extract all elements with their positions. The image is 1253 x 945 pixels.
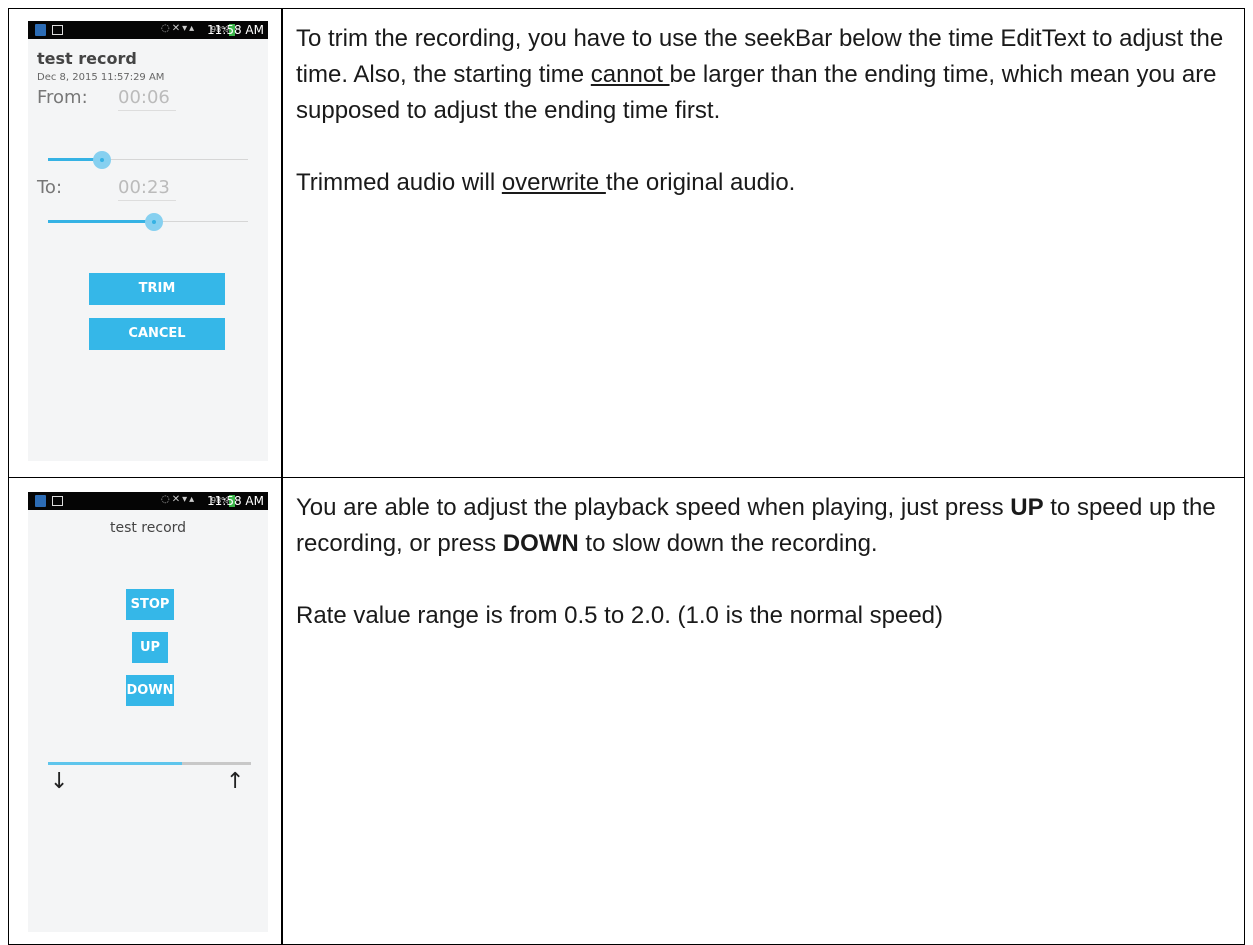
- app-icon: [35, 24, 46, 36]
- trim-instructions: To trim the recording, you have to use t…: [296, 21, 1232, 237]
- rate-bar-fill: [48, 762, 182, 765]
- recording-title: test record: [37, 49, 137, 68]
- rate-range-paragraph: Rate value range is from 0.5 to 2.0. (1.…: [296, 602, 944, 629]
- to-label: To:: [37, 177, 63, 198]
- image-icon: [52, 25, 63, 35]
- seekbar-thumb[interactable]: [93, 151, 111, 169]
- cancel-button[interactable]: CANCEL: [89, 318, 225, 350]
- arrow-down-icon: ↓: [50, 769, 69, 794]
- trim-paragraph: To trim the recording, you have to use t…: [296, 21, 1232, 129]
- underlined-text: cannot: [590, 61, 670, 88]
- status-time: 11:58 AM: [207, 494, 264, 508]
- playback-screenshot: ◌✕▾▴ 98% 11:58 AM test record STOP UP DO…: [28, 492, 268, 932]
- trim-button[interactable]: TRIM: [89, 273, 225, 305]
- down-button[interactable]: DOWN: [126, 675, 174, 706]
- table-row-speed: ◌✕▾▴ 98% 11:58 AM test record STOP UP DO…: [9, 478, 1244, 944]
- bold-text: UP: [1010, 494, 1044, 521]
- signal-icons: ◌✕▾▴: [161, 494, 197, 505]
- seekbar-fill: [48, 220, 154, 223]
- stop-button[interactable]: STOP: [126, 589, 174, 620]
- overwrite-paragraph: Trimmed audio will overwrite the origina…: [296, 165, 1232, 201]
- seekbar-thumb[interactable]: [145, 213, 163, 231]
- text-run: Trimmed audio will: [296, 169, 502, 196]
- table-row-trim: ◌✕▾▴ 98% 11:58 AM test record Dec 8, 201…: [9, 9, 1244, 478]
- to-time-field[interactable]: 00:23: [118, 177, 176, 201]
- text-run: the original audio.: [605, 169, 796, 196]
- underlined-text: overwrite: [501, 169, 606, 196]
- from-time-field[interactable]: 00:06: [118, 87, 176, 111]
- status-bar: ◌✕▾▴ 98% 11:58 AM: [28, 492, 268, 510]
- recording-title: test record: [109, 520, 187, 536]
- text-run: to slow down the recording.: [578, 530, 878, 557]
- rate-bar: [48, 762, 251, 765]
- to-seekbar[interactable]: [48, 212, 248, 232]
- up-button[interactable]: UP: [132, 632, 168, 663]
- document-table: ◌✕▾▴ 98% 11:58 AM test record Dec 8, 201…: [8, 8, 1245, 945]
- status-time: 11:58 AM: [207, 23, 264, 37]
- from-seekbar[interactable]: [48, 150, 248, 170]
- bold-text: DOWN: [502, 530, 579, 557]
- trim-screenshot: ◌✕▾▴ 98% 11:58 AM test record Dec 8, 201…: [28, 21, 268, 461]
- column-divider: [281, 9, 283, 477]
- status-bar: ◌✕▾▴ 98% 11:58 AM: [28, 21, 268, 39]
- arrow-up-icon: ↑: [226, 769, 245, 794]
- image-icon: [52, 496, 63, 506]
- text-run: You are able to adjust the playback spee…: [296, 494, 1011, 521]
- speed-instructions: You are able to adjust the playback spee…: [296, 490, 1232, 670]
- recording-date: Dec 8, 2015 11:57:29 AM: [37, 72, 165, 83]
- speed-paragraph: You are able to adjust the playback spee…: [296, 490, 1232, 562]
- column-divider: [281, 478, 283, 944]
- signal-icons: ◌✕▾▴: [161, 23, 197, 34]
- from-label: From:: [37, 87, 88, 108]
- app-icon: [35, 495, 46, 507]
